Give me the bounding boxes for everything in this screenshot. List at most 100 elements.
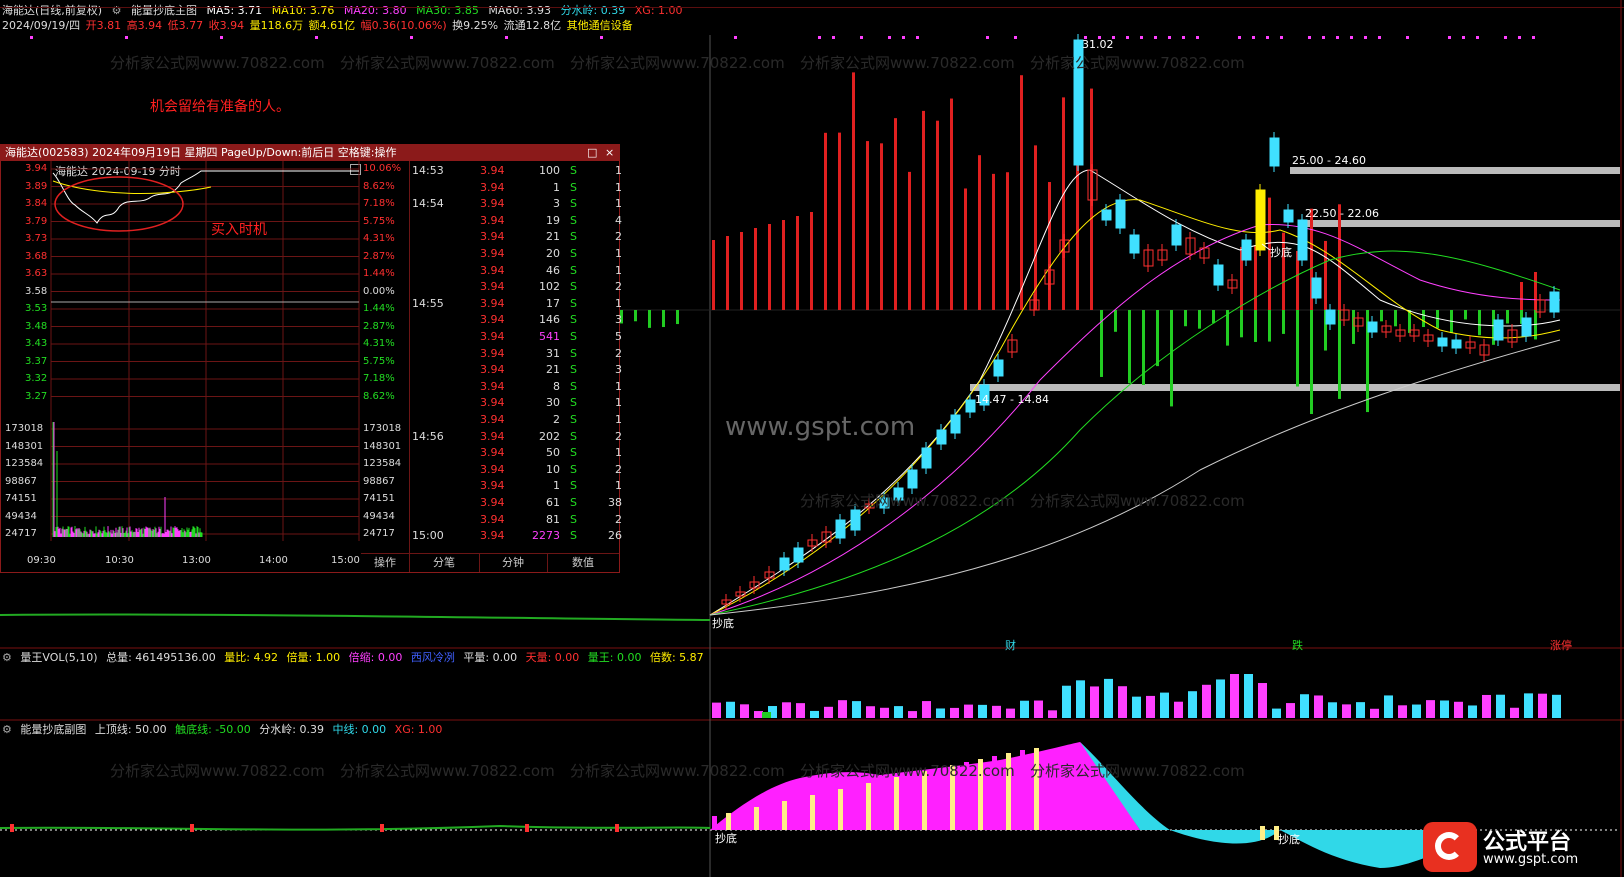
price-label: 3.58 xyxy=(25,285,48,297)
time-label: 10:30 xyxy=(105,555,134,566)
tick-volume: 3 xyxy=(553,197,560,211)
vol-indicator-name[interactable]: 量王VOL(5,10) xyxy=(20,651,97,664)
vol-bar xyxy=(754,711,763,718)
tick-list[interactable]: 14:53 3.94 100 S 1 3.94 1 S 1 14:54 3.94 3 S 1 3.94 19 S… xyxy=(409,161,622,553)
tick-row[interactable]: 3.94 146 S 3 xyxy=(410,312,622,328)
tick-row[interactable]: 3.94 30 S 1 xyxy=(410,395,622,411)
tick-row[interactable]: 14:53 3.94 100 S 1 xyxy=(410,163,622,179)
time-label: 09:30 xyxy=(27,555,56,566)
tick-row[interactable]: 3.94 2 S 1 xyxy=(410,412,622,428)
candle-body xyxy=(793,547,804,563)
hist-bar-down xyxy=(1114,310,1117,332)
hist-bar-up xyxy=(866,141,869,310)
signal-dot xyxy=(125,36,128,39)
vol-gear-icon[interactable]: ⚙ xyxy=(2,651,12,664)
hist-bar-up xyxy=(796,216,799,310)
tick-row[interactable]: 3.94 20 S 1 xyxy=(410,246,622,262)
tab-operate[interactable]: 操作 xyxy=(361,554,410,572)
candle-body xyxy=(936,429,947,445)
tick-price: 3.94 xyxy=(480,230,505,244)
tick-row[interactable]: 14:55 3.94 17 S 1 xyxy=(410,296,622,312)
tick-side: S xyxy=(570,363,577,377)
vol-bar xyxy=(1132,696,1141,718)
vol-bar xyxy=(1048,710,1057,718)
candle-body xyxy=(921,447,932,469)
tick-row[interactable]: 3.94 46 S 1 xyxy=(410,263,622,279)
vol-bar xyxy=(1314,695,1323,718)
sub-bar xyxy=(1020,750,1025,830)
vol-bar xyxy=(1244,674,1253,718)
maximize-icon[interactable]: □ xyxy=(587,145,597,161)
volume-label: 123584 xyxy=(5,458,44,469)
signal-dot xyxy=(1252,36,1255,39)
tick-row[interactable]: 3.94 21 S 2 xyxy=(410,229,622,245)
ma10-line xyxy=(709,199,1561,616)
tick-volume: 2 xyxy=(553,413,560,426)
tick-row[interactable]: 3.94 61 S 38 xyxy=(410,495,622,511)
hist-bar-up xyxy=(726,236,729,310)
tick-row[interactable]: 3.94 81 S 2 xyxy=(410,512,622,528)
vol-bar xyxy=(1552,694,1561,718)
tick-count: 1 xyxy=(615,164,622,177)
tick-price: 3.94 xyxy=(480,479,505,493)
tick-volume: 30 xyxy=(546,396,560,410)
vol-bar xyxy=(950,707,959,718)
tick-row[interactable]: 3.94 541 S 5 xyxy=(410,329,622,345)
popup-title-bar[interactable]: 海能达(002583) 2024年09月19日 星期四 PageUp/Down:… xyxy=(1,145,619,161)
tick-row[interactable]: 3.94 19 S 4 xyxy=(410,213,622,229)
tick-volume: 21 xyxy=(546,230,560,244)
vol-bar xyxy=(1006,708,1015,718)
time-label: 15:00 xyxy=(331,555,360,566)
vol-bar xyxy=(964,704,973,718)
vol-bar xyxy=(1496,694,1505,718)
sub-bar xyxy=(1006,753,1011,830)
tick-price: 3.94 xyxy=(480,396,505,410)
candle-body xyxy=(1129,234,1140,254)
watermark-gspt: www.gspt.com xyxy=(725,412,916,442)
tick-row[interactable]: 3.94 1 S 1 xyxy=(410,478,622,494)
tick-row[interactable]: 15:00 3.94 2273 S 26 xyxy=(410,528,622,544)
tick-row[interactable]: 14:54 3.94 3 S 1 xyxy=(410,196,622,212)
intraday-chart[interactable] xyxy=(1,161,411,553)
tab-minutes[interactable]: 分钟 xyxy=(479,554,548,572)
tick-side: S xyxy=(570,512,577,526)
hist-bar-down xyxy=(648,310,651,328)
volume-label-right: 148301 xyxy=(363,440,402,452)
tick-row[interactable]: 3.94 1 S 1 xyxy=(410,180,622,196)
vol-bar xyxy=(1426,700,1435,718)
candle-body xyxy=(907,469,918,489)
close-icon[interactable]: × xyxy=(605,145,614,161)
volume-label: 24717 xyxy=(5,528,37,539)
tick-row[interactable]: 3.94 31 S 2 xyxy=(410,346,622,362)
tab-ticks[interactable]: 分笔 xyxy=(409,554,480,572)
tick-time: 15:00 xyxy=(412,529,444,543)
hist-bar-down xyxy=(1184,310,1187,327)
percent-label: 2.87% xyxy=(363,320,395,332)
sub-bar xyxy=(782,801,787,830)
band-25 xyxy=(1290,167,1620,174)
tick-row[interactable]: 3.94 8 S 1 xyxy=(410,379,622,395)
hist-bar-up xyxy=(1034,145,1037,310)
tick-volume: 8 xyxy=(553,379,560,393)
candle-body xyxy=(879,497,890,509)
tick-row[interactable]: 3.94 50 S 1 xyxy=(410,445,622,461)
tab-values[interactable]: 数值 xyxy=(547,554,619,572)
tick-row[interactable]: 3.94 10 S 2 xyxy=(410,462,622,478)
vol-bar xyxy=(1062,685,1071,718)
signal-dot xyxy=(1532,36,1535,39)
tick-row[interactable]: 3.94 21 S 3 xyxy=(410,362,622,378)
popup-title-text: 海能达(002583) 2024年09月19日 星期四 PageUp/Down:… xyxy=(5,146,397,159)
sub-marker xyxy=(380,824,384,832)
tick-volume: 61 xyxy=(546,496,560,509)
tick-row[interactable]: 3.94 102 S 2 xyxy=(410,279,622,295)
chaodi-label-bottom: 抄底 xyxy=(712,617,734,630)
tick-price: 3.94 xyxy=(480,446,505,460)
signal-dot xyxy=(410,36,413,39)
tick-row[interactable]: 14:56 3.94 202 S 2 xyxy=(410,429,622,445)
tick-count: 1 xyxy=(615,263,622,277)
sub-gear-icon[interactable]: ⚙ xyxy=(2,723,12,736)
sub-indicator-name[interactable]: 能量抄底副图 xyxy=(20,723,86,736)
tick-count: 1 xyxy=(615,396,622,410)
intraday-popup[interactable]: 海能达(002583) 2024年09月19日 星期四 PageUp/Down:… xyxy=(0,144,622,573)
tick-count: 1 xyxy=(615,446,622,460)
